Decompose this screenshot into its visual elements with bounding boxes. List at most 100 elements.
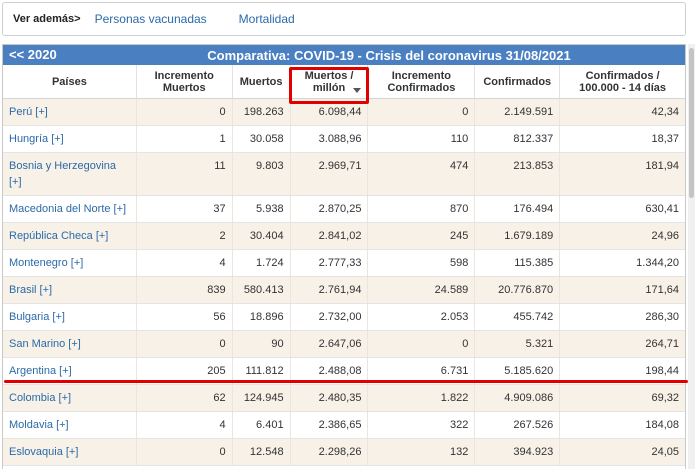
table-cell: 115.385 [475,250,561,276]
table-cell: 1.822 [368,385,476,411]
header-paises[interactable]: Países [3,65,137,98]
table-row: Bosnia y Herzegovina [+] 11 9.803 2.969,71 4… [3,153,685,196]
sort-desc-icon [353,88,362,93]
table-cell: 0 [368,331,476,357]
table-cell: 1.344,20 [636,257,679,269]
table-cell: 42,34 [651,106,679,118]
vertical-scrollbar[interactable] [688,44,695,469]
table-cell: 2.480,35 [291,385,369,411]
table-cell: 598 [368,250,476,276]
table-cell: 24.589 [368,277,476,303]
table-cell: 245 [368,223,476,249]
country-link[interactable]: Macedonia del Norte [+] [3,196,137,222]
table-cell: 474 [368,153,476,195]
table-cell: 2.053 [368,304,476,330]
table-cell: 171,64 [645,284,679,296]
table-cell: 4.909.086 [475,385,561,411]
table-cell: 2.732,00 [291,304,369,330]
table-cell: 3.088,96 [291,126,369,152]
country-link[interactable]: Colombia [+] [3,385,137,411]
header-incremento-confirmados[interactable]: Incremento Confirmados [368,65,476,98]
header-confirmados-100000[interactable]: Confirmados /100.000 - 14 días [560,65,685,98]
table-body: Perú [+] 0 198.263 6.098,44 0 2.149.591 42,34 H… [3,99,685,466]
country-link[interactable]: Argentina [+] [3,358,137,384]
header-muertos-millon[interactable]: Muertos / millón [291,65,369,98]
table-cell: 2.647,06 [291,331,369,357]
table-cell: 2.298,26 [291,439,369,465]
country-link[interactable]: Hungría [+] [3,126,137,152]
comparison-table: << 2020 Comparativa: COVID-19 - Crisis d… [2,44,686,469]
table-cell: 198.263 [233,99,291,125]
table-cell: 394.923 [475,439,561,465]
country-link[interactable]: San Marino [+] [3,331,137,357]
country-link[interactable]: Bulgaria [+] [3,304,137,330]
table-row: República Checa [+] 2 30.404 2.841,02 245 1.6… [3,223,685,250]
table-cell: 6.731 [368,358,476,384]
country-link[interactable]: Perú [+] [3,99,137,125]
table-cell: 5.938 [233,196,291,222]
table-cell: 267.526 [475,412,561,438]
table-cell: 124.945 [233,385,291,411]
table-cell: 870 [368,196,476,222]
table-row: Bulgaria [+] 56 18.896 2.732,00 2.053 455.742… [3,304,685,331]
country-link[interactable]: Bosnia y Herzegovina [+] [3,153,137,195]
table-row: Argentina [+] 205 111.812 2.488,08 6.731 5.18… [3,358,685,385]
table-cell: 11 [137,153,233,195]
link-personas-vacunadas[interactable]: Personas vacunadas [95,12,207,26]
table-cell: 132 [368,439,476,465]
table-cell: 90 [233,331,291,357]
table-cell: 0 [137,439,233,465]
table-cell: 181,94 [645,160,679,172]
table-cell: 6.098,44 [291,99,369,125]
table-cell: 18.896 [233,304,291,330]
country-link[interactable]: Brasil [+] [3,277,137,303]
table-row: Macedonia del Norte [+] 37 5.938 2.870,25 87… [3,196,685,223]
table-cell: 111.812 [233,358,291,384]
table-cell: 322 [368,412,476,438]
table-cell: 205 [137,358,233,384]
table-cell: 264,71 [645,338,679,350]
country-link[interactable]: Moldavia [+] [3,412,137,438]
header-muertos[interactable]: Muertos [233,65,291,98]
table-row: Brasil [+] 839 580.413 2.761,94 24.589 20.776… [3,277,685,304]
table-cell: 56 [137,304,233,330]
table-cell: 286,30 [645,311,679,323]
see-also-label: Ver además> [13,13,81,25]
table-cell: 2.386,65 [291,412,369,438]
table-cell: 0 [137,331,233,357]
table-cell: 6.401 [233,412,291,438]
header-confirmados[interactable]: Confirmados [475,65,561,98]
table-cell: 69,32 [651,392,679,404]
table-cell: 18,37 [651,133,679,145]
table-cell: 1.724 [233,250,291,276]
header-incremento-muertos[interactable]: Incremento Muertos [137,65,233,98]
table-cell: 5.185.620 [475,358,561,384]
table-cell: 630,41 [645,203,679,215]
country-link[interactable]: República Checa [+] [3,223,137,249]
table-cell: 5.321 [475,331,561,357]
table-cell: 1.679.189 [475,223,561,249]
table-row: Eslovaquia [+] 0 12.548 2.298,26 132 394.923 2… [3,439,685,466]
prev-year-link[interactable]: << 2020 [9,47,57,62]
table-cell: 213.853 [475,153,561,195]
table-cell: 2.777,33 [291,250,369,276]
table-cell: 184,08 [645,419,679,431]
table-cell: 2 [137,223,233,249]
table-cell: 62 [137,385,233,411]
table-cell: 1 [137,126,233,152]
table-row: Perú [+] 0 198.263 6.098,44 0 2.149.591 42,34 [3,99,685,126]
table-cell: 24,96 [651,230,679,242]
link-mortalidad[interactable]: Mortalidad [239,12,295,26]
country-link[interactable]: Eslovaquia [+] [3,439,137,465]
table-cell: 176.494 [475,196,561,222]
table-cell: 839 [137,277,233,303]
table-cell: 2.488,08 [291,358,369,384]
scrollbar-thumb[interactable] [689,48,694,198]
table-cell: 4 [137,250,233,276]
table-title-bar: << 2020 Comparativa: COVID-19 - Crisis d… [3,45,685,65]
table-row: Moldavia [+] 4 6.401 2.386,65 322 267.526 184,… [3,412,685,439]
country-link[interactable]: Montenegro [+] [3,250,137,276]
table-cell: 2.841,02 [291,223,369,249]
table-cell: 2.149.591 [475,99,561,125]
table-row: Montenegro [+] 4 1.724 2.777,33 598 115.385 1.… [3,250,685,277]
